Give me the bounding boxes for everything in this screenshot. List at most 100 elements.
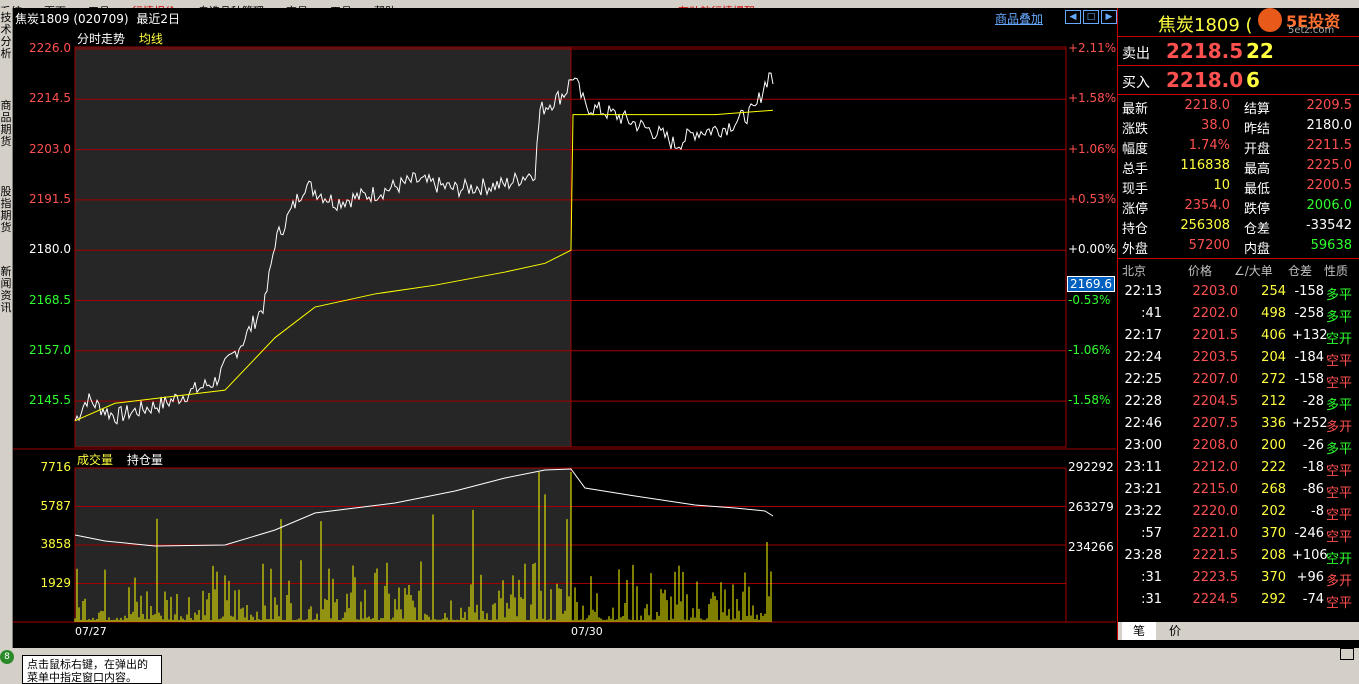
tick-volume: 200 <box>1261 438 1286 453</box>
tick-volume: 370 <box>1261 570 1286 585</box>
status-badge: 8 <box>0 650 14 664</box>
tick-volume: 204 <box>1261 350 1286 365</box>
buy-row: 买入 2218.0 6 <box>1118 66 1359 95</box>
intraday-chart: 焦炭1809 (020709) 最近2日 商品叠加 ◀ □ ▶ 分时走势 均线 … <box>13 8 1117 640</box>
tick-oi-change: -158 <box>1294 372 1324 387</box>
tab-trades[interactable]: 笔 <box>1122 622 1156 640</box>
stat-value: 2225.0 <box>1306 158 1353 173</box>
tick-price: 2203.5 <box>1192 350 1239 365</box>
tick-volume: 208 <box>1261 548 1286 563</box>
window-controls: ◀ □ ▶ <box>1065 10 1117 24</box>
tick-time: 22:46 <box>1124 416 1162 431</box>
tick-row: :31 2224.5 292 -74 空平 <box>1118 590 1359 611</box>
tick-volume: 498 <box>1261 306 1286 321</box>
tick-volume: 370 <box>1261 526 1286 541</box>
stat-value: 2200.5 <box>1306 178 1353 193</box>
next-icon[interactable]: ▶ <box>1101 10 1117 24</box>
tick-price: 2201.5 <box>1192 328 1239 343</box>
tick-nature: 空平 <box>1326 596 1353 611</box>
volume-axis-tick: 3858 <box>40 537 71 551</box>
pct-axis-tick: +1.06% <box>1068 141 1117 156</box>
tick-oi-change: +106 <box>1292 548 1328 563</box>
tick-oi-change: -8 <box>1311 504 1324 519</box>
overlay-button[interactable]: 商品叠加 <box>995 10 1043 27</box>
tick-time: :31 <box>1141 592 1162 607</box>
restore-icon[interactable]: □ <box>1083 10 1099 24</box>
tick-oi-change: -258 <box>1294 306 1324 321</box>
brand-logo-icon <box>1258 8 1282 32</box>
tick-time: 23:00 <box>1124 438 1162 453</box>
quote-title: 焦炭1809 ( <box>1158 15 1253 36</box>
stat-label: 持仓 <box>1122 222 1149 237</box>
tick-time: 22:24 <box>1124 350 1162 365</box>
tick-nature: 多开 <box>1326 574 1353 589</box>
tick-volume: 202 <box>1261 504 1286 519</box>
tick-nature: 空开 <box>1326 552 1353 567</box>
left-tab[interactable]: 新闻资讯 <box>0 266 12 314</box>
price-axis-tick: 2191.5 <box>29 191 71 206</box>
stat-label: 昨结 <box>1244 122 1271 137</box>
tick-time: :31 <box>1141 570 1162 585</box>
pct-axis-tick: -1.58% <box>1068 393 1111 408</box>
tick-row: 22:13 2203.0 254 -158 多平 <box>1118 282 1359 303</box>
tick-volume: 222 <box>1261 460 1286 475</box>
stat-value: 2006.0 <box>1306 198 1353 213</box>
stat-value: 256308 <box>1180 218 1230 233</box>
left-tab[interactable]: 商品期货 <box>0 100 12 148</box>
tick-row: 22:28 2204.5 212 -28 多平 <box>1118 392 1359 413</box>
tick-volume: 272 <box>1261 372 1286 387</box>
prev-icon[interactable]: ◀ <box>1065 10 1081 24</box>
left-tab[interactable]: 股指期货 <box>0 186 12 234</box>
oi-axis-tick: 234266 <box>1068 540 1114 554</box>
tick-row: 22:24 2203.5 204 -184 空平 <box>1118 348 1359 369</box>
tick-row: :31 2223.5 370 +96 多开 <box>1118 568 1359 589</box>
avg-line-label: 均线 <box>138 32 163 46</box>
stat-label: 外盘 <box>1122 242 1149 257</box>
tick-price: 2221.0 <box>1192 526 1239 541</box>
tick-nature: 空平 <box>1326 486 1353 501</box>
stat-row: 现手 10 最低 2200.5 <box>1118 176 1359 197</box>
tick-row: 23:11 2212.0 222 -18 空平 <box>1118 458 1359 479</box>
stat-label: 最新 <box>1122 102 1149 117</box>
divider <box>1118 258 1359 259</box>
stat-value: 38.0 <box>1201 118 1230 133</box>
date-label: 07/27 <box>75 625 107 638</box>
stat-row: 外盘 57200 内盘 59638 <box>1118 236 1359 257</box>
tick-row: 22:25 2207.0 272 -158 空平 <box>1118 370 1359 391</box>
price-panel-labels: 分时走势 均线 <box>77 30 163 47</box>
left-tab[interactable]: 技术分析 <box>0 12 12 60</box>
stat-label: 跌停 <box>1244 202 1271 217</box>
tick-price: 2223.5 <box>1192 570 1239 585</box>
tick-header: 北京 价格 ∠/大单 仓差 性质 <box>1118 260 1359 280</box>
tick-oi-change: -26 <box>1302 438 1324 453</box>
tick-time: 23:22 <box>1124 504 1162 519</box>
tab-price[interactable]: 价 <box>1158 622 1192 640</box>
tick-oi-change: -158 <box>1294 284 1324 299</box>
tick-price: 2208.0 <box>1192 438 1239 453</box>
chart-canvas <box>13 46 1116 623</box>
tick-price: 2212.0 <box>1192 460 1239 475</box>
price-axis-tick: 2226.0 <box>29 41 71 55</box>
tick-oi-change: +132 <box>1292 328 1328 343</box>
volume-axis-tick: 1929 <box>40 575 71 590</box>
menu-bar: 系统页面工具行情报价自选品种管理交易工具帮助有动效行情提醒 <box>0 0 1359 8</box>
volume-axis-tick: 5787 <box>40 498 71 513</box>
tick-nature: 多平 <box>1326 310 1353 325</box>
tick-volume: 254 <box>1261 284 1286 299</box>
tick-volume: 268 <box>1261 482 1286 497</box>
tick-volume: 406 <box>1261 328 1286 343</box>
stat-value: 10 <box>1213 178 1230 193</box>
price-axis-tick: 2145.5 <box>29 393 71 408</box>
tick-time: 22:28 <box>1124 394 1162 409</box>
maximize-icon[interactable] <box>1340 648 1354 660</box>
tick-header-cell: 仓差 <box>1288 264 1313 278</box>
tick-oi-change: +96 <box>1296 570 1324 585</box>
buy-qty: 6 <box>1246 68 1260 92</box>
stat-value: 2180.0 <box>1306 118 1353 133</box>
tick-row: 23:22 2220.0 202 -8 空平 <box>1118 502 1359 523</box>
stat-label: 最低 <box>1244 182 1271 197</box>
tick-time: :57 <box>1141 526 1162 541</box>
stat-value: 59638 <box>1310 238 1352 253</box>
tick-price: 2220.0 <box>1192 504 1239 519</box>
pct-axis-tick: +0.00% <box>1068 242 1117 257</box>
